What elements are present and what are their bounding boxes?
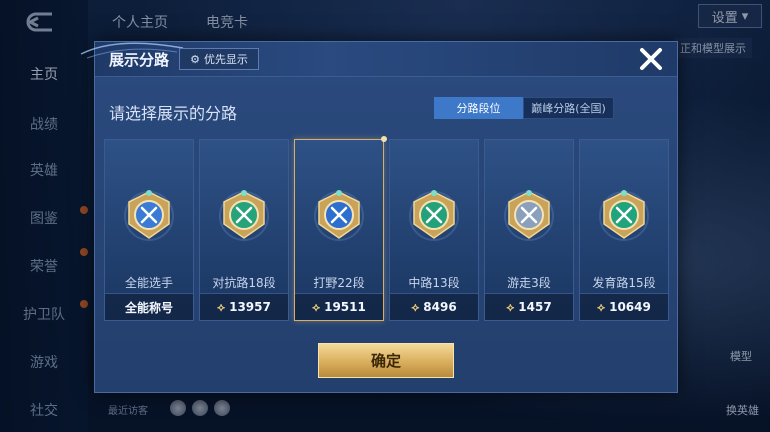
priority-label: 优先显示 [203, 53, 248, 66]
rank-coin-icon: ⟡ [312, 299, 321, 314]
lane-score-value: 8496 [423, 300, 457, 314]
jungle-emblem-icon [314, 190, 364, 241]
lane-rank-label: 中路13段 [408, 276, 460, 290]
lane-score-value: 全能称号 [124, 300, 173, 315]
lane-rank-label: 发育路15段 [592, 276, 656, 290]
lane-score: ⟡ 13957 [200, 293, 288, 320]
lane-card[interactable]: 发育路15段 ⟡ 10649 [579, 139, 669, 321]
lane-score: 全能称号 [105, 293, 193, 320]
lane-rank-label: 游走3段 [507, 276, 551, 290]
lane-card[interactable]: 全能选手 全能称号 [104, 139, 194, 321]
lane-score: ⟡ 8496 [390, 293, 478, 320]
clash-lane-emblem-icon [219, 190, 269, 241]
dialog-subtitle: 请选择展示的分路 [109, 104, 238, 123]
mid-lane-emblem-icon [409, 190, 459, 241]
lane-score-value: 1457 [518, 300, 552, 314]
lane-score-value: 13957 [229, 300, 271, 314]
confirm-button[interactable]: 确定 [318, 343, 454, 378]
selected-indicator [381, 136, 387, 142]
dialog-header: 展示分路 ⚙ 优先显示 [80, 42, 677, 77]
lane-card[interactable]: 中路13段 ⟡ 8496 [389, 139, 479, 321]
gear-icon: ⚙ [190, 52, 200, 66]
lane-rank-label: 对抗路18段 [212, 276, 276, 290]
lane-display-dialog: 展示分路 ⚙ 优先显示 请选择展示的分路 分路段位 巅峰分路(全国) 全能选手全… [80, 41, 678, 393]
rank-coin-icon: ⟡ [506, 299, 515, 314]
lane-score-value: 10649 [609, 300, 651, 314]
lane-score: ⟡ 1457 [485, 293, 573, 320]
tab-lane-rank[interactable]: 分路段位 [434, 97, 523, 119]
rank-coin-icon: ⟡ [597, 299, 606, 314]
lane-mode-toggle[interactable]: 分路段位 巅峰分路(全国) [434, 97, 614, 119]
farm-lane-emblem-icon [599, 190, 649, 241]
lane-score-value: 19511 [324, 300, 366, 314]
roam-emblem-icon [504, 190, 554, 241]
lane-card[interactable]: 游走3段 ⟡ 1457 [484, 139, 574, 321]
close-icon[interactable] [637, 46, 665, 72]
lane-rank-label: 全能选手 [124, 276, 173, 290]
all-round-emblem-icon [124, 190, 174, 241]
rank-coin-icon: ⟡ [411, 299, 420, 314]
priority-display-button[interactable]: ⚙ 优先显示 [179, 48, 259, 70]
lane-rank-label: 打野22段 [313, 276, 365, 290]
lane-score: ⟡ 10649 [580, 293, 668, 320]
lane-score: ⟡ 19511 [295, 293, 383, 320]
lane-card[interactable]: 打野22段 ⟡ 19511 [294, 136, 387, 321]
tab-peak-lane[interactable]: 巅峰分路(全国) [523, 97, 614, 119]
rank-coin-icon: ⟡ [217, 299, 226, 314]
lane-card[interactable]: 对抗路18段 ⟡ 13957 [199, 139, 289, 321]
dialog-title: 展示分路 [109, 51, 170, 69]
